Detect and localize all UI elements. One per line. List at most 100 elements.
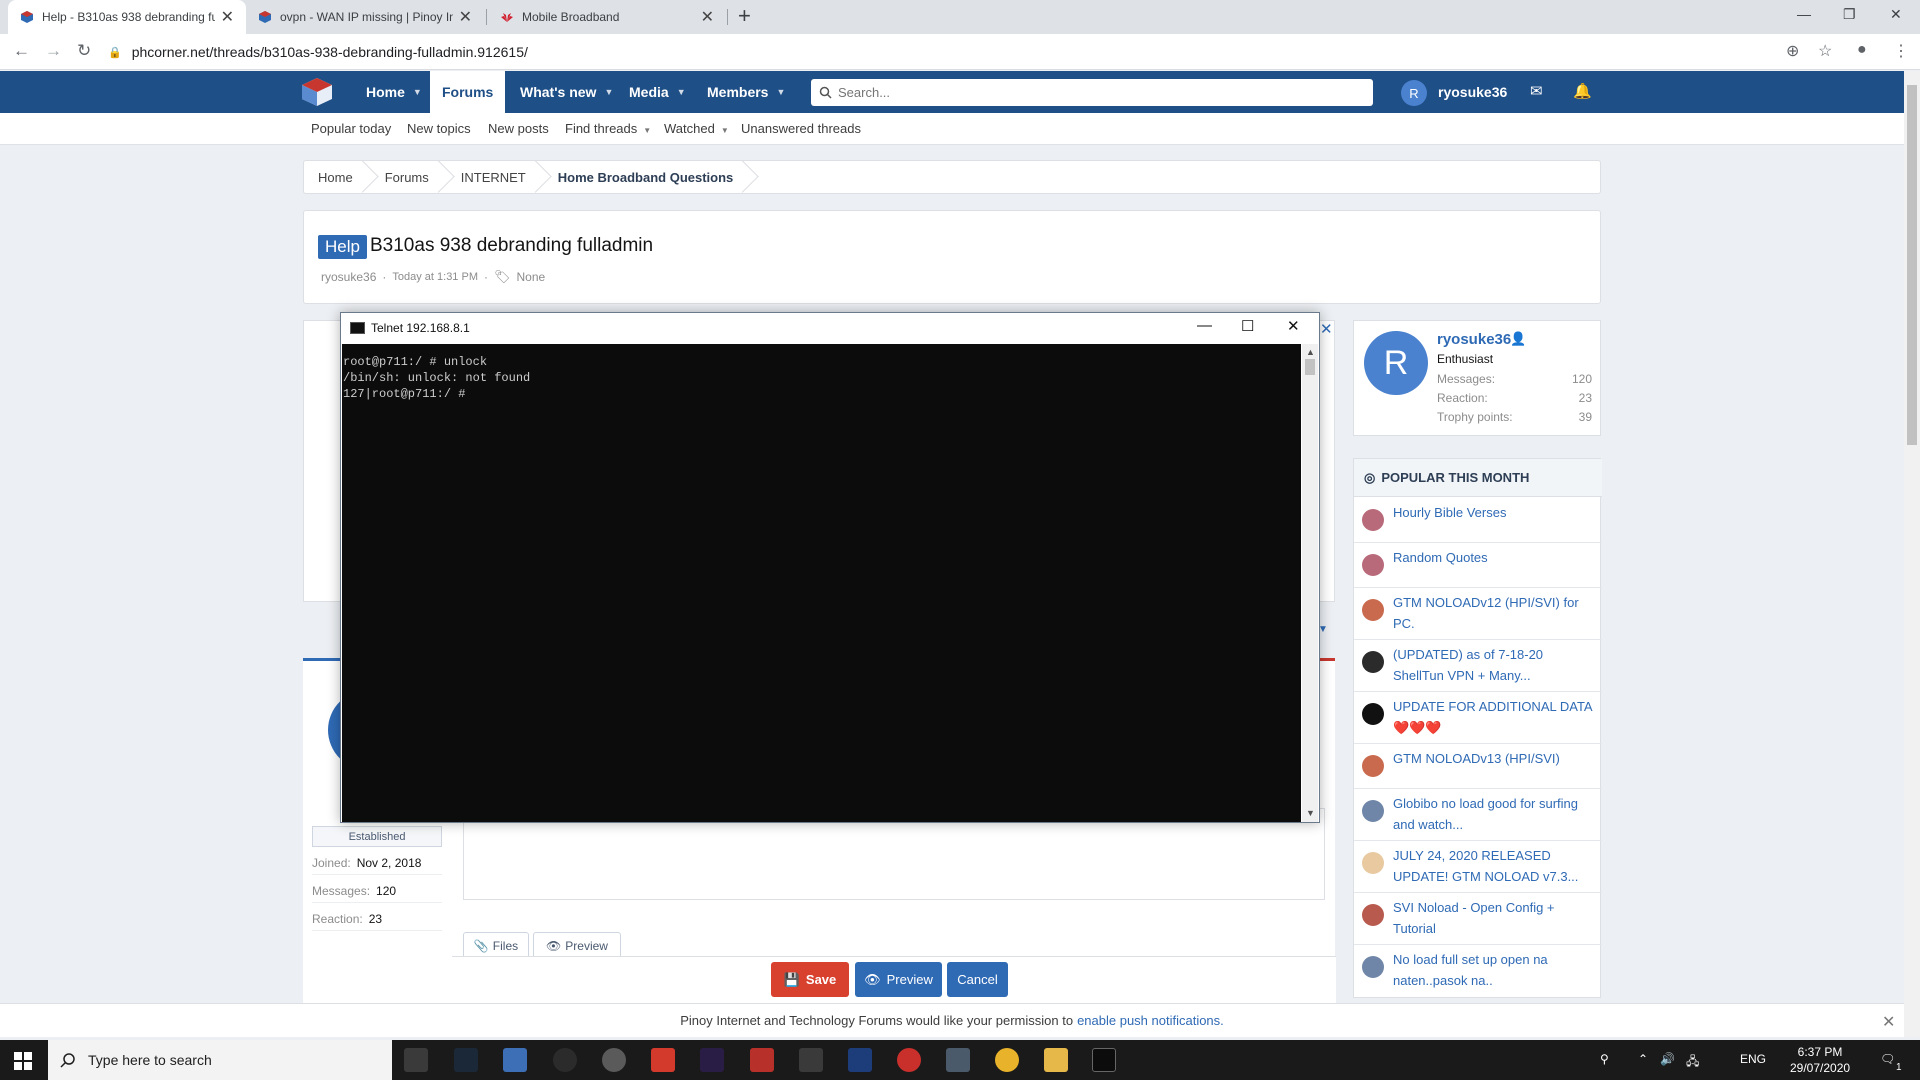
thread-prefix-badge[interactable]: Help (318, 235, 367, 259)
app-icon[interactable] (750, 1048, 774, 1072)
list-item[interactable]: SVI Noload - Open Config + Tutorial (1354, 893, 1602, 945)
list-item[interactable]: Random Quotes (1354, 543, 1602, 588)
list-item[interactable]: GTM NOLOADv12 (HPI/SVI) for PC. (1354, 588, 1602, 640)
subnav-find-threads[interactable]: Find threads ▼ (565, 121, 651, 136)
minimize-window-icon[interactable]: — (1797, 6, 1811, 22)
subnav-watched[interactable]: Watched ▼ (664, 121, 729, 136)
telnet-scrollbar[interactable]: ▲ ▼ (1302, 344, 1318, 822)
search-input[interactable] (838, 85, 1358, 100)
enable-push-link[interactable]: enable push notifications. (1077, 1013, 1224, 1028)
thread-time[interactable]: Today at 1:31 PM (392, 271, 478, 283)
profile-icon[interactable]: ● (1857, 41, 1867, 59)
envelope-icon[interactable]: ✉ (1530, 82, 1543, 100)
page-scrollbar[interactable] (1904, 71, 1920, 1037)
app-icon[interactable] (799, 1048, 823, 1072)
browser-tab-mobile-broadband[interactable]: Mobile Broadband ✕ (488, 0, 726, 34)
chevron-down-icon[interactable]: ▼ (643, 126, 651, 135)
scroll-thumb[interactable] (1907, 85, 1917, 445)
preview-button[interactable]: 👁 Preview (855, 962, 942, 997)
forward-arrow-icon[interactable]: → (45, 41, 62, 61)
list-item[interactable]: JULY 24, 2020 RELEASED UPDATE! GTM NOLOA… (1354, 841, 1602, 893)
nba-icon[interactable] (848, 1048, 872, 1072)
menu-kebab-icon[interactable]: ⋮ (1893, 41, 1909, 61)
tray-chevron-up-icon[interactable]: ⌃ (1638, 1052, 1648, 1066)
user-avatar[interactable]: R (1401, 80, 1427, 106)
site-search[interactable] (811, 79, 1373, 106)
list-item[interactable]: No load full set up open na naten..pasok… (1354, 945, 1602, 997)
lock-icon[interactable]: 🔒 (108, 46, 122, 59)
subnav-popular-today[interactable]: Popular today (311, 121, 391, 136)
subnav-new-posts[interactable]: New posts (488, 121, 549, 136)
add-to-home-icon[interactable]: ⊕ (1786, 41, 1799, 61)
restore-window-icon[interactable]: ❐ (1843, 6, 1856, 23)
nav-media[interactable]: Media ▼ (617, 71, 698, 113)
close-window-icon[interactable]: ✕ (1890, 6, 1902, 23)
cancel-button[interactable]: Cancel (947, 962, 1008, 997)
nav-home[interactable]: Home ▼ (354, 71, 434, 113)
scroll-down-icon[interactable]: ▼ (1306, 808, 1315, 818)
save-button[interactable]: 💾 Save (771, 962, 849, 997)
steam-icon[interactable] (454, 1048, 478, 1072)
app-icon[interactable] (897, 1048, 921, 1072)
nav-members[interactable]: Members ▼ (695, 71, 797, 113)
subnav-new-topics[interactable]: New topics (407, 121, 471, 136)
scroll-up-icon[interactable]: ▲ (1306, 347, 1315, 357)
app-icon[interactable] (602, 1048, 626, 1072)
console-taskbar-icon[interactable] (1092, 1048, 1116, 1072)
chevron-down-icon[interactable]: ▼ (721, 126, 729, 135)
close-icon[interactable]: ✕ (1882, 1012, 1895, 1032)
list-item[interactable]: UPDATE FOR ADDITIONAL DATA ❤️❤️❤️ (1354, 692, 1602, 744)
member-avatar[interactable]: R (1364, 331, 1428, 395)
close-tab-icon[interactable]: ✕ (221, 7, 234, 27)
chevron-down-icon[interactable]: ▼ (413, 87, 422, 97)
taskbar-clock[interactable]: 6:37 PM 29/07/2020 (1790, 1044, 1850, 1076)
chrome-icon[interactable] (995, 1048, 1019, 1072)
chevron-down-icon[interactable]: ▼ (776, 87, 785, 97)
action-center-icon[interactable]: 🗨 (1880, 1052, 1895, 1066)
new-tab-button[interactable]: + (738, 3, 751, 29)
list-item[interactable]: Globibo no load good for surfing and wat… (1354, 789, 1602, 841)
breadcrumb-internet[interactable]: INTERNET (447, 160, 544, 194)
browser-tab-help[interactable]: Help - B310as 938 debranding fu ✕ (8, 0, 246, 34)
list-item[interactable]: (UPDATED) as of 7-18-20 ShellTun VPN + M… (1354, 640, 1602, 692)
people-icon[interactable]: ⚲ (1600, 1052, 1609, 1066)
file-explorer-icon[interactable] (1044, 1048, 1068, 1072)
app-icon[interactable] (503, 1048, 527, 1072)
close-tab-icon[interactable]: ✕ (701, 7, 714, 27)
nav-username[interactable]: ryosuke36 (1438, 84, 1507, 100)
chevron-down-icon[interactable]: ▼ (677, 87, 686, 97)
close-tab-icon[interactable]: ✕ (459, 7, 472, 27)
subnav-unanswered-threads[interactable]: Unanswered threads (741, 121, 861, 136)
minimize-window-icon[interactable]: — (1197, 317, 1212, 334)
bell-icon[interactable]: 🔔 (1573, 82, 1592, 100)
thread-author[interactable]: ryosuke36 (321, 270, 376, 284)
app-icon[interactable] (946, 1048, 970, 1072)
list-item[interactable]: GTM NOLOADv13 (HPI/SVI) (1354, 744, 1602, 789)
scroll-thumb[interactable] (1305, 359, 1315, 375)
nav-whats-new[interactable]: What's new ▼ (508, 71, 625, 113)
breadcrumb-home[interactable]: Home (304, 160, 371, 194)
member-name[interactable]: ryosuke36 (1437, 331, 1511, 348)
maximize-window-icon[interactable]: ☐ (1241, 317, 1254, 335)
taskbar-search[interactable]: Type here to search (48, 1040, 392, 1080)
volume-icon[interactable]: 🔊 (1660, 1052, 1675, 1066)
list-item[interactable]: Hourly Bible Verses (1354, 498, 1602, 543)
network-icon[interactable]: 🖧 (1686, 1052, 1699, 1073)
bookmark-star-icon[interactable]: ☆ (1818, 41, 1832, 61)
premiere-icon[interactable] (700, 1048, 724, 1072)
telnet-titlebar[interactable]: Telnet 192.168.8.1 — ☐ ✕ (341, 313, 1319, 343)
breadcrumb-forums[interactable]: Forums (371, 160, 447, 194)
acrobat-icon[interactable] (651, 1048, 675, 1072)
language-indicator[interactable]: ENG (1740, 1052, 1766, 1066)
back-arrow-icon[interactable]: ← (13, 41, 30, 61)
windows-start-icon[interactable] (14, 1052, 32, 1070)
close-icon[interactable]: ✕ (1320, 320, 1333, 338)
task-view-icon[interactable] (404, 1048, 428, 1072)
phcorner-logo-icon[interactable] (300, 77, 334, 107)
reload-icon[interactable]: ↻ (77, 41, 91, 61)
chevron-down-icon[interactable]: ▼ (604, 87, 613, 97)
app-icon[interactable] (553, 1048, 577, 1072)
telnet-console[interactable]: root@p711:/ # unlock /bin/sh: unlock: no… (342, 344, 1301, 822)
breadcrumb-home-broadband[interactable]: Home Broadband Questions (544, 160, 752, 194)
address-bar[interactable]: 🔒 phcorner.net/threads/b310as-938-debran… (108, 38, 1808, 66)
